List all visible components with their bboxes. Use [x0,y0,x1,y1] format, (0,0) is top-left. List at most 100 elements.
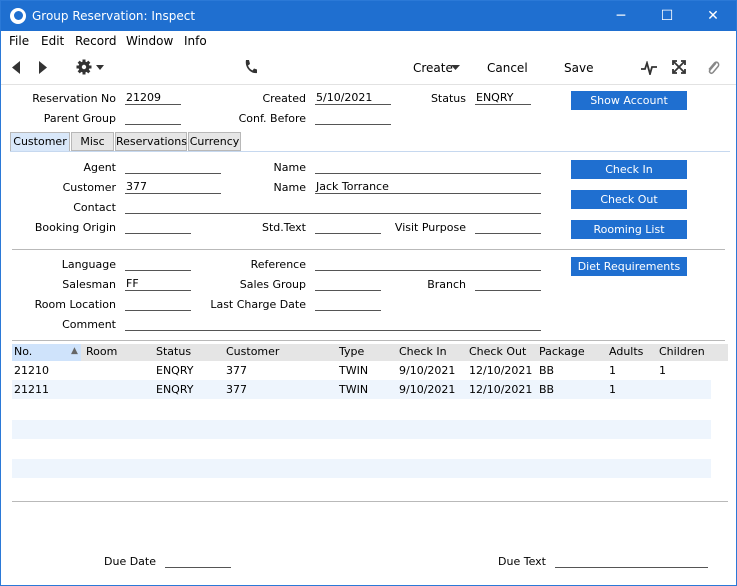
sales-group-label: Sales Group [239,278,306,291]
tab-misc[interactable]: Misc [71,132,114,151]
cell-status: ENQRY [156,383,194,396]
column-header-adults[interactable]: Adults [609,345,643,358]
maximize-button[interactable]: ☐ [644,1,690,31]
visit-purpose-label: Visit Purpose [394,221,466,234]
language-label: Language [61,258,116,271]
table-row[interactable]: 21211 ENQRY 377 TWIN 9/10/2021 12/10/202… [12,380,711,399]
last-charge-date-field[interactable] [315,297,381,311]
column-header-check-in[interactable]: Check In [399,345,447,358]
phone-icon[interactable] [243,59,257,75]
parent-group-field[interactable] [125,111,181,125]
reservation-no-field[interactable]: 21209 [125,91,181,105]
cell-check-out: 12/10/2021 [469,383,533,396]
created-field[interactable]: 5/10/2021 [315,91,391,105]
visit-purpose-field[interactable] [475,220,541,234]
comment-label: Comment [62,318,116,331]
cell-no: 21210 [14,364,49,377]
column-header-children[interactable]: Children [659,345,705,358]
salesman-field[interactable]: FF [125,277,191,291]
menu-info[interactable]: Info [184,34,207,48]
cell-package: BB [539,364,555,377]
next-record-icon[interactable] [38,61,48,74]
show-account-button[interactable]: Show Account [571,91,687,110]
std-text-field[interactable] [315,220,381,234]
booking-origin-label: Booking Origin [34,221,116,234]
column-header-no[interactable]: No. [14,345,32,358]
window-title: Group Reservation: Inspect [32,9,196,23]
gear-menu-icon[interactable] [76,59,106,75]
customer-name-field[interactable]: Jack Torrance [315,180,541,194]
customer-field[interactable]: 377 [125,180,221,194]
created-label: Created [262,92,306,105]
title-bar: Group Reservation: Inspect ─ ☐ ✕ [1,1,736,31]
booking-origin-field[interactable] [125,220,191,234]
reference-field[interactable] [315,257,541,271]
salesman-label: Salesman [62,278,116,291]
cell-check-in: 9/10/2021 [399,383,456,396]
column-header-package[interactable]: Package [539,345,585,358]
due-date-label: Due Date [104,555,156,568]
conf-before-field[interactable] [315,111,391,125]
column-header-status[interactable]: Status [156,345,191,358]
check-out-button[interactable]: Check Out [571,190,687,209]
agent-name-label: Name [273,161,306,174]
room-location-field[interactable] [125,297,191,311]
close-button[interactable]: ✕ [690,1,736,31]
expand-icon[interactable] [672,60,686,74]
tab-reservations[interactable]: Reservations [115,132,187,151]
cell-type: TWIN [339,383,369,396]
menu-record[interactable]: Record [75,34,116,48]
diet-requirements-button[interactable]: Diet Requirements [571,257,687,276]
save-button[interactable]: Save [564,61,593,75]
agent-name-field[interactable] [315,160,541,174]
comment-field[interactable] [125,317,541,331]
column-header-room[interactable]: Room [86,345,117,358]
cell-status: ENQRY [156,364,194,377]
reservation-no-label: Reservation No [32,92,116,105]
cell-adults: 1 [609,364,616,377]
attachment-paperclip-icon[interactable] [706,59,720,76]
empty-row-stripe[interactable] [12,420,711,439]
section-divider [12,249,725,250]
cell-no: 21211 [14,383,49,396]
parent-group-label: Parent Group [43,112,116,125]
agent-field[interactable] [125,160,221,174]
menu-file[interactable]: File [9,34,29,48]
branch-field[interactable] [475,277,541,291]
activity-pulse-icon[interactable] [641,61,657,75]
cell-children: 1 [659,364,666,377]
tab-currency[interactable]: Currency [188,132,241,151]
sales-group-field[interactable] [315,277,381,291]
sort-ascending-icon: ▲ [71,346,78,356]
contact-field[interactable] [125,200,541,214]
empty-row-stripe[interactable] [12,459,711,478]
table-row[interactable]: 21210 ENQRY 377 TWIN 9/10/2021 12/10/202… [12,361,711,380]
status-label: Status [430,92,466,105]
tab-underline [10,151,730,152]
due-text-field[interactable] [555,554,708,568]
minimize-button[interactable]: ─ [598,1,644,31]
agent-label: Agent [83,161,116,174]
menu-edit[interactable]: Edit [41,34,64,48]
check-in-button[interactable]: Check In [571,160,687,179]
tab-customer[interactable]: Customer [10,132,70,152]
reference-label: Reference [250,258,306,271]
due-date-field[interactable] [165,554,231,568]
column-header-check-out[interactable]: Check Out [469,345,526,358]
status-field[interactable]: ENQRY [475,91,531,105]
cancel-button[interactable]: Cancel [487,61,528,75]
conf-before-label: Conf. Before [238,112,306,125]
cell-check-in: 9/10/2021 [399,364,456,377]
language-field[interactable] [125,257,191,271]
cell-customer: 377 [226,383,247,396]
rooming-list-button[interactable]: Rooming List [571,220,687,239]
column-header-type[interactable]: Type [339,345,364,358]
customer-name-label: Name [273,181,306,194]
create-dropdown-chevron-icon[interactable] [451,65,460,71]
column-header-customer[interactable]: Customer [226,345,279,358]
cell-check-out: 12/10/2021 [469,364,533,377]
cell-type: TWIN [339,364,369,377]
previous-record-icon[interactable] [11,61,21,74]
create-button[interactable]: Create [413,61,453,75]
menu-window[interactable]: Window [126,34,173,48]
